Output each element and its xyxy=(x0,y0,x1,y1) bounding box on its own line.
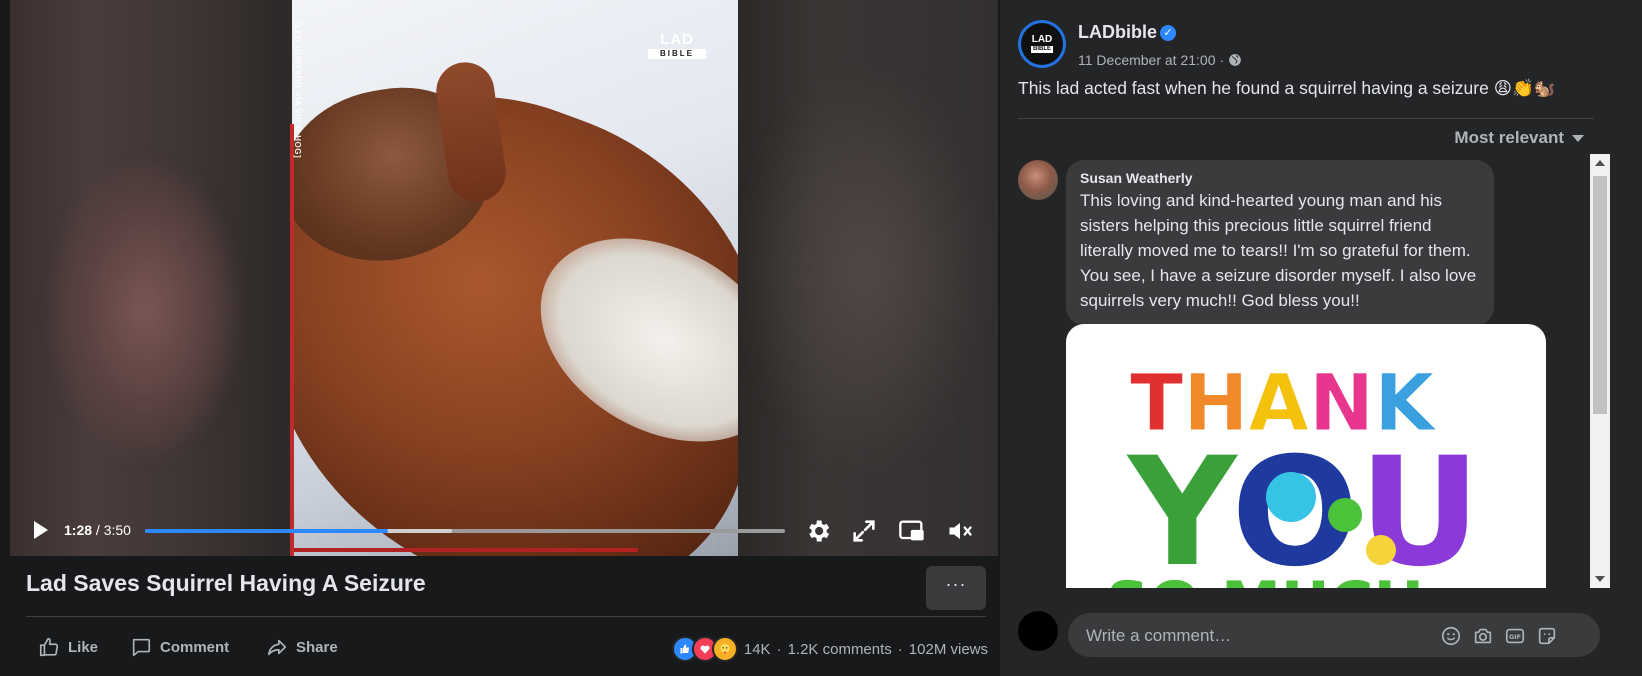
post-panel: LAD BIBLE LADbible ✓ 11 December at 21:0… xyxy=(1000,0,1642,676)
fullscreen-icon[interactable] xyxy=(850,517,878,545)
post-text: This lad acted fast when he found a squi… xyxy=(1018,78,1556,98)
video-border-line xyxy=(290,124,294,556)
blurred-hand xyxy=(50,160,240,460)
divider xyxy=(26,616,986,617)
page-avatar[interactable]: LAD BIBLE xyxy=(1018,20,1066,68)
avatar-subtext: BIBLE xyxy=(1031,46,1053,53)
commenter-avatar[interactable] xyxy=(1018,160,1058,200)
ladbible-watermark: LAD BIBLE xyxy=(648,32,706,59)
more-icon: ··· xyxy=(945,574,967,594)
share-label: Share xyxy=(296,638,338,656)
heart-yellow xyxy=(1366,535,1396,565)
video-title: Lad Saves Squirrel Having A Seizure xyxy=(26,570,426,596)
comment-bubble: Susan Weatherly This loving and kind-hea… xyxy=(1066,160,1494,325)
video-time: 1:28 / 3:50 xyxy=(64,522,131,538)
view-count: 102M views xyxy=(908,640,988,658)
mute-icon[interactable] xyxy=(946,517,974,545)
comment-text: This loving and kind-hearted young man a… xyxy=(1080,191,1477,310)
comment-input[interactable] xyxy=(1084,613,1448,659)
comment-label: Comment xyxy=(160,638,230,656)
comment-icon xyxy=(132,638,151,657)
sort-dropdown[interactable]: Most relevant xyxy=(1454,128,1584,148)
comment-composer: GIF xyxy=(1068,613,1600,659)
video-controls: 1:28 / 3:50 xyxy=(10,508,998,556)
post-stats: 14K · 1.2K comments · 102M views xyxy=(671,636,988,662)
separator: · xyxy=(1219,52,1225,68)
scroll-up-arrow-icon[interactable] xyxy=(1595,160,1605,166)
user-avatar[interactable] xyxy=(1018,611,1058,651)
heart-blue xyxy=(1266,472,1316,522)
watermark-text: LAD xyxy=(660,31,694,48)
progress-played xyxy=(145,529,389,533)
blurred-background xyxy=(740,60,990,480)
share-icon xyxy=(267,639,287,656)
comment-count[interactable]: 1.2K comments xyxy=(788,641,892,658)
picture-in-picture-icon[interactable] xyxy=(898,517,926,545)
camera-icon[interactable] xyxy=(1472,625,1494,647)
reaction-count[interactable]: 14K xyxy=(744,641,771,658)
current-time: 1:28 xyxy=(64,522,93,538)
like-label: Like xyxy=(68,638,99,656)
scroll-thumb[interactable] xyxy=(1593,176,1607,414)
thumbs-up-icon xyxy=(39,637,59,657)
thank-you-sticker: THANK YOU SO MUCH xyxy=(1106,359,1481,589)
separator: · xyxy=(776,640,782,658)
gear-icon[interactable] xyxy=(804,517,832,545)
post-meta: 11 December at 21:00 · xyxy=(1078,52,1242,68)
watermark-subtext: BIBLE xyxy=(648,49,706,59)
play-icon[interactable] xyxy=(28,518,52,542)
video-frame xyxy=(292,0,738,556)
svg-text:GIF: GIF xyxy=(1509,633,1521,641)
chevron-down-icon xyxy=(1572,135,1584,143)
separator: · xyxy=(897,640,903,658)
more-options-button[interactable]: ··· xyxy=(926,566,986,610)
sticker-letter: Y xyxy=(1126,426,1239,588)
scrollbar[interactable] xyxy=(1590,154,1610,588)
heart-green xyxy=(1328,498,1362,532)
gif-icon[interactable]: GIF xyxy=(1504,625,1526,647)
sort-label: Most relevant xyxy=(1454,128,1564,147)
emoji-icon[interactable] xyxy=(1440,625,1462,647)
comment-image[interactable]: THANK YOU SO MUCH xyxy=(1066,324,1546,588)
divider xyxy=(1018,118,1594,119)
comment-author[interactable]: Susan Weatherly xyxy=(1080,170,1480,186)
scroll-down-arrow-icon[interactable] xyxy=(1595,576,1605,582)
video-player[interactable]: LAD BIBLE [LEO HURTADO VIA VIRALHOG] xyxy=(10,0,998,556)
so-much-word: SO MUCH xyxy=(1106,569,1424,588)
video-column: LAD BIBLE [LEO HURTADO VIA VIRALHOG] 1:2… xyxy=(0,0,1000,676)
sticker-icon[interactable] xyxy=(1536,625,1558,647)
ladbible-logo: LAD BIBLE xyxy=(1021,23,1063,65)
comment-button[interactable]: Comment xyxy=(130,632,229,662)
comment-list[interactable]: Susan Weatherly This loving and kind-hea… xyxy=(1014,154,1574,588)
avatar-text: LAD xyxy=(1031,34,1053,45)
care-reaction-icon xyxy=(711,636,738,662)
like-button[interactable]: Like xyxy=(38,632,98,662)
progress-bar[interactable] xyxy=(145,529,785,533)
globe-icon xyxy=(1229,54,1242,66)
video-credit: [LEO HURTADO VIA VIRALHOG] xyxy=(293,22,302,159)
duration: / 3:50 xyxy=(92,522,131,538)
share-button[interactable]: Share xyxy=(266,632,338,662)
reaction-icons[interactable] xyxy=(671,636,738,662)
post-timestamp[interactable]: 11 December at 21:00 xyxy=(1078,52,1216,68)
verified-badge-icon: ✓ xyxy=(1160,25,1176,41)
page-name[interactable]: LADbible xyxy=(1078,22,1157,43)
